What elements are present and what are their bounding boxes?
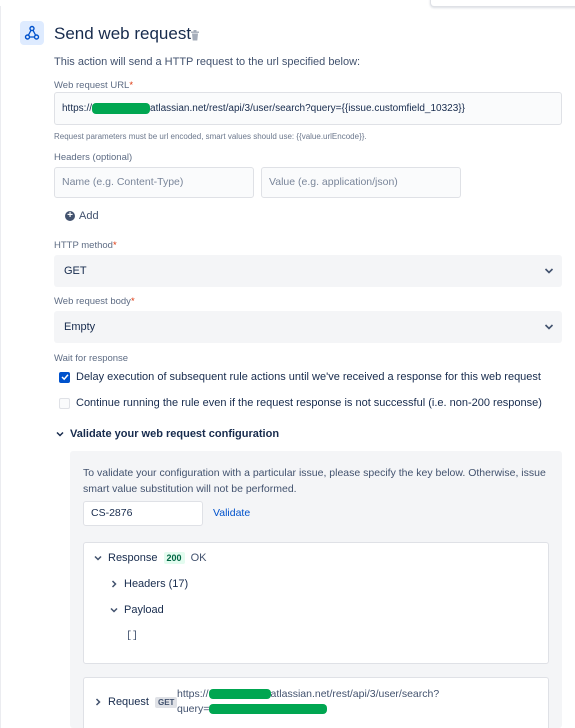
body-label-text: Web request body — [54, 296, 131, 307]
http-method-label: HTTP method* — [54, 240, 117, 251]
add-header-button[interactable]: + Add — [65, 210, 99, 222]
headers-label: Headers (optional) — [54, 152, 133, 163]
payload-label: Payload — [124, 604, 164, 616]
delay-checkbox-row[interactable]: Delay execution of subsequent rule actio… — [59, 371, 541, 383]
add-label: Add — [79, 210, 99, 222]
wait-label: Wait for response — [54, 353, 129, 364]
http-method-label-text: HTTP method — [54, 240, 113, 251]
chevron-right-icon — [111, 580, 117, 588]
validate-section-title: Validate your web request configuration — [70, 428, 280, 440]
response-toggle[interactable]: Response 200 OK — [94, 552, 206, 564]
delay-checkbox[interactable] — [59, 371, 70, 383]
request-url-line2: query= — [177, 703, 328, 715]
validate-description: To validate your configuration with a pa… — [83, 467, 546, 495]
headers-count-label: Headers (17) — [124, 578, 189, 590]
url-hint: Request parameters must be url encoded, … — [54, 132, 367, 141]
redacted-block — [208, 689, 271, 700]
continue-checkbox-label: Continue running the rule even if the re… — [76, 397, 542, 409]
validate-section-toggle[interactable]: Validate your web request configuration — [56, 428, 279, 440]
trash-icon[interactable] — [190, 28, 200, 46]
issue-key-input[interactable]: CS-2876 — [83, 501, 203, 526]
action-description: This action will send a HTTP request to … — [54, 56, 361, 68]
status-text: OK — [190, 552, 207, 564]
chevron-down-icon — [544, 268, 554, 274]
request-toggle[interactable]: Request GET — [94, 696, 178, 708]
payload-toggle[interactable]: Payload — [110, 604, 164, 616]
url-label-text: Web request URL — [54, 80, 130, 91]
request-url-suffix: atlassian.net/rest/api/3/user/search? — [270, 688, 440, 700]
header-name-input[interactable]: Name (e.g. Content-Type) — [54, 167, 254, 198]
body-label: Web request body* — [54, 296, 135, 307]
continue-checkbox-row[interactable]: Continue running the rule even if the re… — [59, 397, 542, 409]
check-icon — [60, 374, 69, 381]
url-prefix: https:// — [62, 103, 93, 114]
delay-checkbox-label: Delay execution of subsequent rule actio… — [76, 371, 541, 383]
url-input[interactable]: https:// atlassian.net/rest/api/3/user/s… — [54, 92, 562, 125]
chevron-down-icon — [544, 324, 554, 330]
chevron-right-icon — [95, 698, 101, 706]
top-panel-edge — [430, 0, 575, 7]
required-mark: * — [129, 80, 134, 91]
request-label: Request — [108, 696, 149, 708]
payload-value: [] — [126, 631, 139, 642]
required-mark: * — [112, 240, 117, 251]
url-suffix: atlassian.net/rest/api/3/user/search?que… — [150, 103, 465, 114]
response-label: Response — [108, 552, 158, 564]
validate-button[interactable]: Validate — [213, 507, 250, 519]
http-method-select[interactable]: GET — [54, 255, 562, 287]
request-query-prefix: query= — [177, 703, 210, 715]
continue-checkbox[interactable] — [59, 397, 70, 409]
redacted-block — [209, 704, 328, 715]
chevron-down-icon — [56, 431, 64, 437]
body-value: Empty — [64, 321, 96, 333]
headers-toggle[interactable]: Headers (17) — [110, 578, 188, 590]
request-url-line1: https:// atlassian.net/rest/api/3/user/se… — [177, 688, 439, 700]
page-title: Send web request — [54, 24, 192, 43]
required-mark: * — [130, 296, 135, 307]
webhook-icon — [20, 21, 44, 45]
chevron-down-icon — [94, 555, 102, 561]
left-divider — [0, 6, 1, 728]
plus-icon: + — [65, 211, 75, 221]
header-value-input[interactable]: Value (e.g. application/json) — [261, 167, 461, 198]
method-badge: GET — [154, 696, 178, 708]
status-badge: 200 — [163, 552, 185, 564]
chevron-down-icon — [110, 607, 118, 613]
redacted-block — [92, 103, 151, 114]
url-label: Web request URL* — [54, 80, 133, 91]
http-method-value: GET — [64, 265, 87, 277]
body-select[interactable]: Empty — [54, 311, 562, 343]
request-url-prefix: https:// — [177, 688, 209, 700]
